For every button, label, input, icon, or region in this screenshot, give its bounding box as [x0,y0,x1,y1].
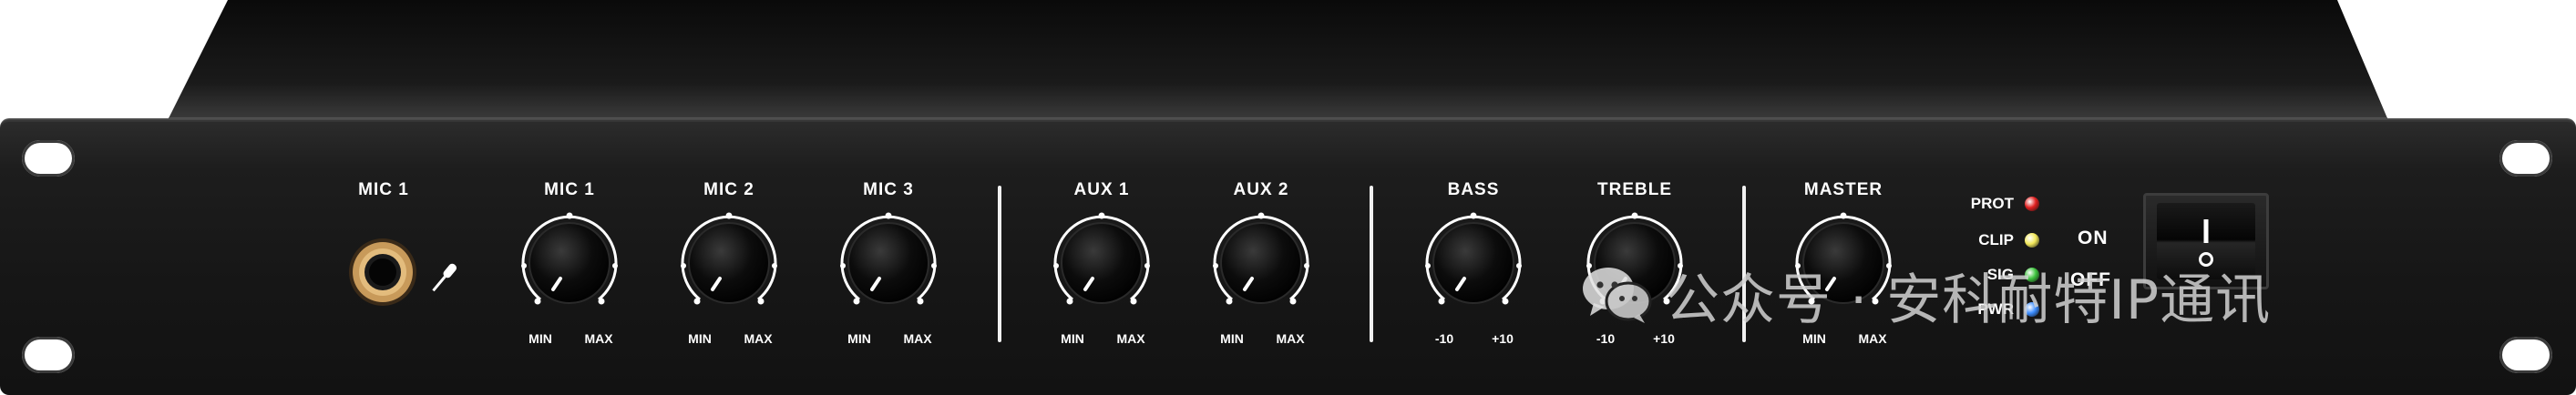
rack-hole-bottom-left [22,337,75,373]
watermark-text: 公众号 · 安科耐特IP通讯 [1665,268,2272,332]
knob-min-label: MIN [688,331,712,346]
knob-max-label: MAX [1276,331,1305,346]
knob-max-label: MAX [744,331,773,346]
knob-label: MASTER [1803,180,1883,199]
knob-max-label: MAX [1116,331,1145,346]
chassis-top [169,0,2387,119]
knob-aux-2[interactable] [1206,209,1316,319]
knob-label: BASS [1447,180,1500,199]
wechat-icon [1583,268,1652,323]
indicator-label: PROT [1970,195,2014,212]
knob-label: AUX 1 [1073,180,1130,199]
rack-hole-top-left [22,140,75,177]
jack-label: MIC 1 [358,180,409,199]
knob-label: MIC 2 [703,180,754,199]
section-divider [998,186,1001,342]
led-indicator [2025,197,2039,211]
knob-aux-1[interactable] [1047,209,1156,319]
knob-mic-2[interactable] [674,209,784,319]
led-indicator [2025,233,2039,248]
amplifier-device: MIC 1 MIC 1 MIN MAX MIC 2 MIN MAX MIC 3 MIN MAX A… [0,0,2576,395]
knob-max-label: MAX [584,331,613,346]
watermark: 公众号 · 安科耐特IP通讯 [1581,266,2271,332]
knob-label: MIC 3 [863,180,914,199]
rack-hole-bottom-right [2499,337,2552,373]
knob-label: AUX 2 [1233,180,1289,199]
knob-min-label: MIN [1220,331,1244,346]
knob-max-label: +10 [1492,331,1514,346]
knob-min-label: -10 [1596,331,1616,346]
microphone-icon [432,263,457,292]
knob-mic-1[interactable] [515,209,624,319]
knob-min-label: MIN [1061,331,1084,346]
rack-hole-top-right [2499,140,2552,177]
knob-min-label: -10 [1434,331,1454,346]
knob-max-label: MAX [903,331,932,346]
indicator-label: CLIP [1978,231,2014,248]
knob-bass[interactable] [1419,209,1528,319]
knob-min-label: MIN [529,331,552,346]
knob-mic-3[interactable] [834,209,943,319]
power-on-symbol [2203,219,2209,243]
power-on-label: ON [2078,228,2109,248]
section-divider [1370,186,1373,342]
knob-label: MIC 1 [544,180,595,199]
knob-min-label: MIN [847,331,871,346]
knob-label: TREBLE [1597,180,1672,199]
